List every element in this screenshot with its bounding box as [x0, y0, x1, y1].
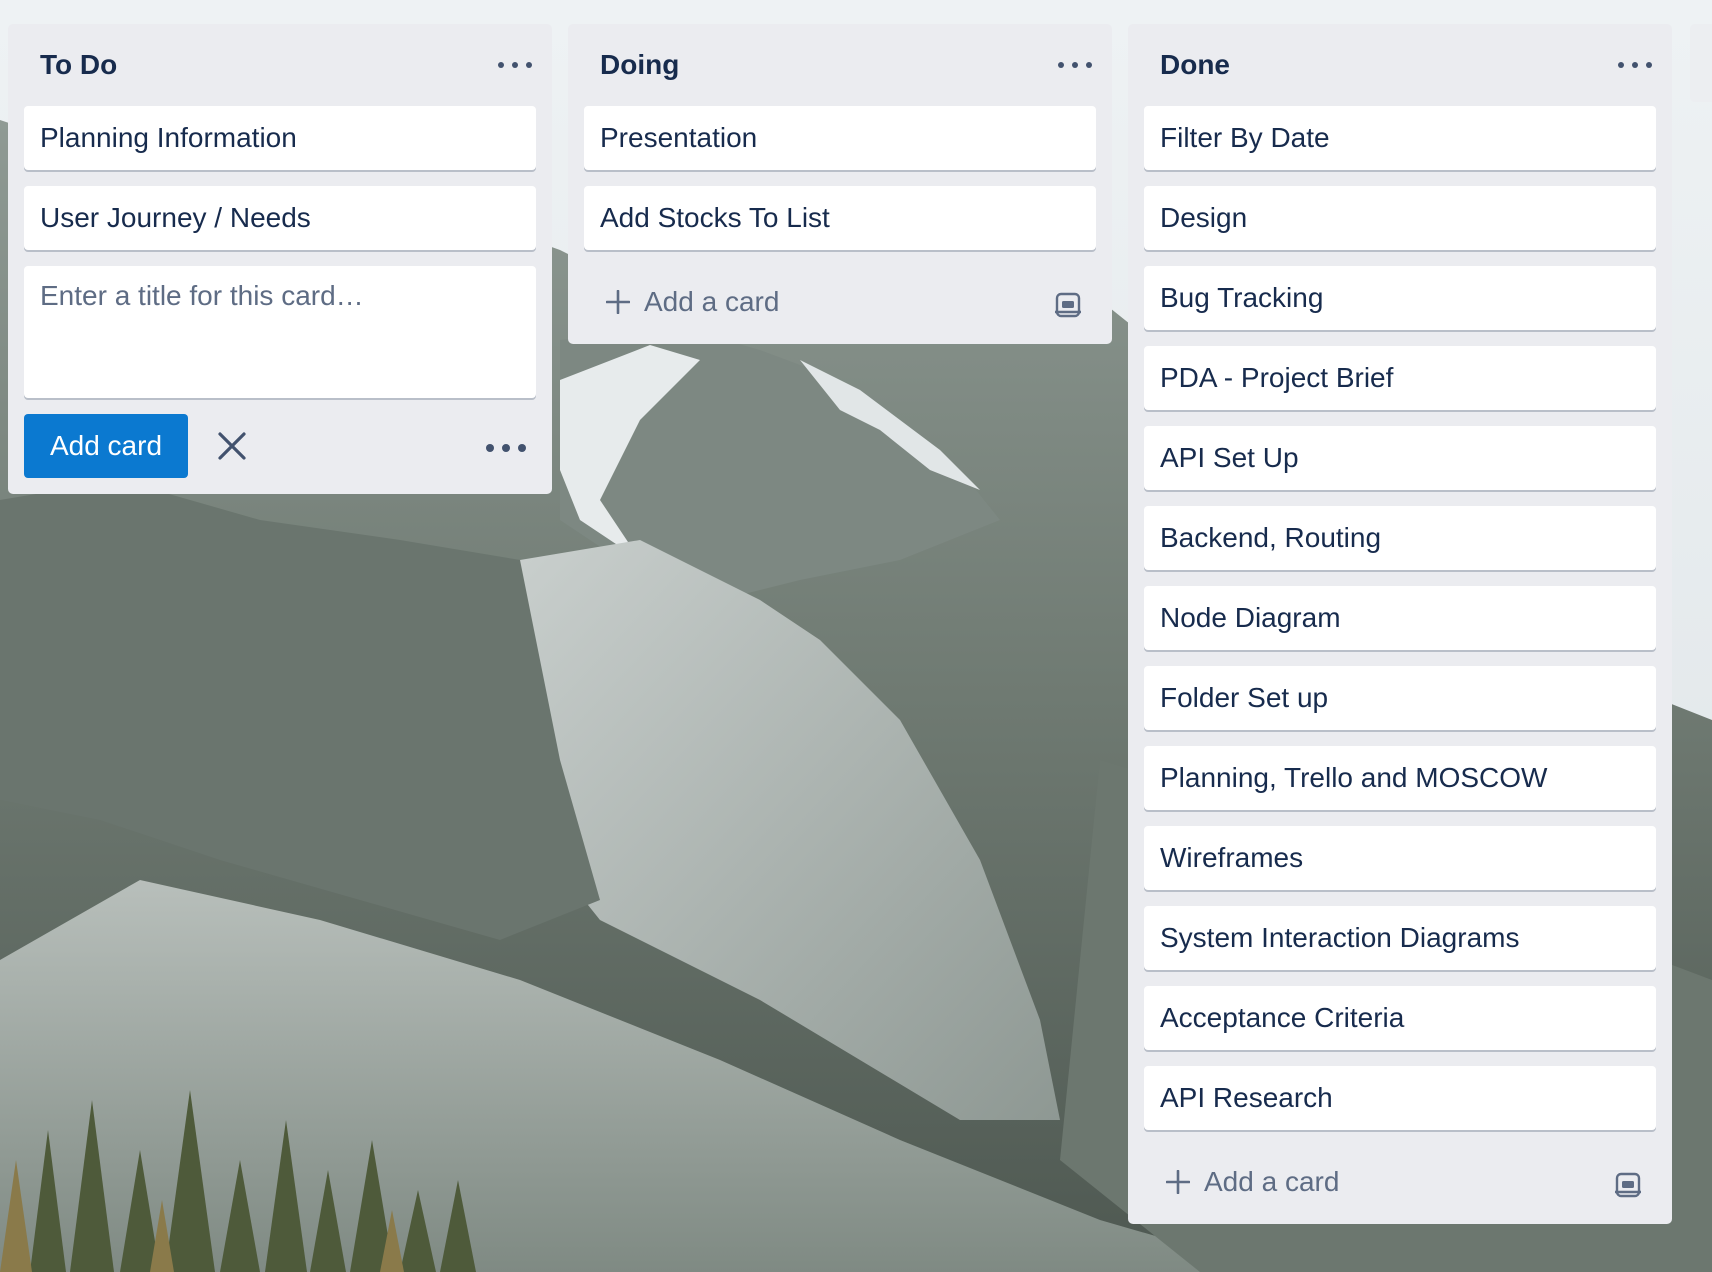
card-list: Filter By Date Design Bug Tracking PDA -…	[1128, 106, 1672, 1130]
card[interactable]: Wireframes	[1144, 826, 1656, 890]
list-title[interactable]: Done	[1160, 47, 1230, 83]
card-title-input[interactable]	[40, 280, 520, 384]
card[interactable]: Presentation	[584, 106, 1096, 170]
list-title[interactable]: To Do	[40, 47, 117, 83]
close-icon[interactable]	[214, 428, 250, 464]
card[interactable]: Node Diagram	[1144, 586, 1656, 650]
card[interactable]: PDA - Project Brief	[1144, 346, 1656, 410]
add-a-card-button[interactable]: Add a card	[606, 284, 779, 320]
card-template-icon[interactable]	[1054, 292, 1082, 318]
list-header: To Do	[8, 24, 552, 106]
ellipsis-icon[interactable]	[486, 442, 526, 454]
card-composer	[24, 266, 536, 398]
card[interactable]: API Set Up	[1144, 426, 1656, 490]
card-list: Planning Information User Journey / Need…	[8, 106, 552, 250]
add-card-row: Add a card	[1128, 1144, 1672, 1224]
list-doing: Doing Presentation Add Stocks To List Ad…	[568, 24, 1112, 344]
list-done: Done Filter By Date Design Bug Tracking …	[1128, 24, 1672, 1224]
add-a-card-label: Add a card	[644, 286, 780, 317]
card[interactable]: Planning, Trello and MOSCOW	[1144, 746, 1656, 810]
card[interactable]: System Interaction Diagrams	[1144, 906, 1656, 970]
list-header: Doing	[568, 24, 1112, 106]
add-a-card-button[interactable]: Add a card	[1166, 1164, 1339, 1200]
next-list-edge[interactable]	[1690, 24, 1712, 102]
list-header: Done	[1128, 24, 1672, 106]
card[interactable]: Folder Set up	[1144, 666, 1656, 730]
card[interactable]: Bug Tracking	[1144, 266, 1656, 330]
ellipsis-icon[interactable]	[1058, 52, 1092, 78]
card[interactable]: Add Stocks To List	[584, 186, 1096, 250]
board: To Do Planning Information User Journey …	[0, 0, 1712, 1272]
card[interactable]: User Journey / Needs	[24, 186, 536, 250]
card[interactable]: Backend, Routing	[1144, 506, 1656, 570]
card-list: Presentation Add Stocks To List	[568, 106, 1112, 250]
ellipsis-icon[interactable]	[1618, 52, 1652, 78]
card[interactable]: API Research	[1144, 1066, 1656, 1130]
list-to-do: To Do Planning Information User Journey …	[8, 24, 552, 494]
card[interactable]: Filter By Date	[1144, 106, 1656, 170]
list-title[interactable]: Doing	[600, 47, 679, 83]
plus-icon	[606, 290, 630, 314]
card[interactable]: Acceptance Criteria	[1144, 986, 1656, 1050]
composer-controls: Add card	[24, 414, 536, 494]
add-card-row: Add a card	[568, 264, 1112, 344]
card[interactable]: Planning Information	[24, 106, 536, 170]
plus-icon	[1166, 1170, 1190, 1194]
card-template-icon[interactable]	[1614, 1172, 1642, 1198]
ellipsis-icon[interactable]	[498, 52, 532, 78]
add-a-card-label: Add a card	[1204, 1166, 1340, 1197]
add-card-button[interactable]: Add card	[24, 414, 188, 478]
card[interactable]: Design	[1144, 186, 1656, 250]
